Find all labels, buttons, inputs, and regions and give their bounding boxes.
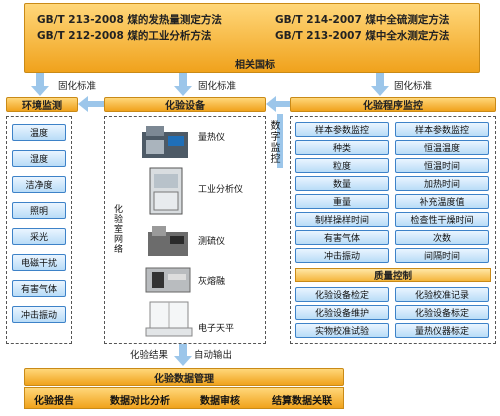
process-param[interactable]: 加热时间 (395, 176, 489, 191)
quality-item[interactable]: 化验设备检定 (295, 287, 389, 302)
arrow-down-env (31, 73, 49, 96)
env-item[interactable]: 湿度 (12, 150, 66, 167)
sulfur-analyzer-image (148, 226, 188, 256)
standard-line2-left: GB/T 212-2008 煤的工业分析方法 (37, 30, 212, 42)
device-calorimeter: 量热仪 (198, 133, 226, 143)
arrow-equipment-to-env (78, 96, 104, 112)
process-param[interactable]: 检查性干燥时间 (395, 212, 489, 227)
device-electronic-balance: 电子天平 (198, 324, 235, 334)
standard-line1-left: GB/T 213-2008 煤的发热量测定方法 (37, 14, 222, 26)
device-proximate-analyzer: 工业分析仪 (198, 185, 244, 195)
process-param[interactable]: 补充温度值 (395, 194, 489, 209)
data-mgmt-item[interactable]: 数据对比分析 (110, 392, 170, 407)
label-digital-monitor: 数字监控 (268, 120, 279, 164)
electronic-balance-image (145, 301, 193, 337)
env-item[interactable]: 照明 (12, 202, 66, 219)
label-fixed-std-1: 固化标准 (58, 81, 97, 92)
env-item[interactable]: 冲击振动 (12, 306, 66, 323)
quality-item[interactable]: 量热仪器标定 (395, 323, 489, 338)
env-header: 环境监测 (6, 97, 78, 112)
env-item[interactable]: 电磁干扰 (12, 254, 66, 271)
env-item[interactable]: 温度 (12, 124, 66, 141)
arrow-lab-results (174, 342, 192, 366)
process-param[interactable]: 粒度 (295, 158, 389, 173)
ash-fusion-image (145, 267, 191, 293)
env-item[interactable]: 洁净度 (12, 176, 66, 193)
standard-line1-right: GB/T 214-2007 煤中全硫测定方法 (275, 14, 450, 26)
equipment-header: 化验设备 (104, 97, 266, 112)
process-param[interactable]: 冲击振动 (295, 248, 389, 263)
env-item[interactable]: 采光 (12, 228, 66, 245)
data-mgmt-item[interactable]: 数据审核 (200, 392, 240, 407)
env-item[interactable]: 有害气体 (12, 280, 66, 297)
quality-item[interactable]: 化验设备标定 (395, 305, 489, 320)
proximate-analyzer-image (149, 167, 183, 215)
arrow-down-equipment (174, 73, 192, 96)
standard-line2-right: GB/T 213-2007 煤中全水测定方法 (275, 30, 450, 42)
process-header: 化验程序监控 (290, 97, 496, 112)
network-label: 化验室网络 (112, 204, 122, 254)
label-fixed-std-3: 固化标准 (394, 81, 433, 92)
device-ash-fusion: 灰熔融 (198, 277, 226, 287)
process-param[interactable]: 制样操样时间 (295, 212, 389, 227)
process-param[interactable]: 恒温时间 (395, 158, 489, 173)
process-param[interactable]: 种类 (295, 140, 389, 155)
process-param[interactable]: 恒温温度 (395, 140, 489, 155)
device-sulfur-analyzer: 测硫仪 (198, 237, 226, 247)
quality-item[interactable]: 化验校准记录 (395, 287, 489, 302)
process-param[interactable]: 次数 (395, 230, 489, 245)
data-mgmt-item[interactable]: 化验报告 (34, 392, 74, 407)
standards-banner: GB/T 213-2008 煤的发热量测定方法 GB/T 214-2007 煤中… (24, 3, 480, 73)
label-auto-output: 自动输出 (194, 350, 233, 361)
process-param[interactable]: 样本参数监控 (295, 122, 389, 137)
arrow-down-process (371, 73, 389, 96)
process-param[interactable]: 样本参数监控 (395, 122, 489, 137)
quality-item[interactable]: 实物校准试验 (295, 323, 389, 338)
label-lab-result: 化验结果 (130, 350, 169, 361)
quality-header: 质量控制 (295, 268, 491, 282)
data-mgmt-item[interactable]: 结算数据关联 (272, 392, 332, 407)
process-param[interactable]: 数量 (295, 176, 389, 191)
calorimeter-image (142, 126, 188, 158)
data-mgmt-header: 化验数据管理 (24, 368, 344, 386)
label-fixed-std-2: 固化标准 (198, 81, 237, 92)
process-param[interactable]: 有害气体 (295, 230, 389, 245)
arrow-process-to-equipment (266, 96, 290, 112)
process-param[interactable]: 重量 (295, 194, 389, 209)
standards-title: 相关国标 (235, 60, 275, 71)
quality-item[interactable]: 化验设备维护 (295, 305, 389, 320)
process-param[interactable]: 间隔时间 (395, 248, 489, 263)
